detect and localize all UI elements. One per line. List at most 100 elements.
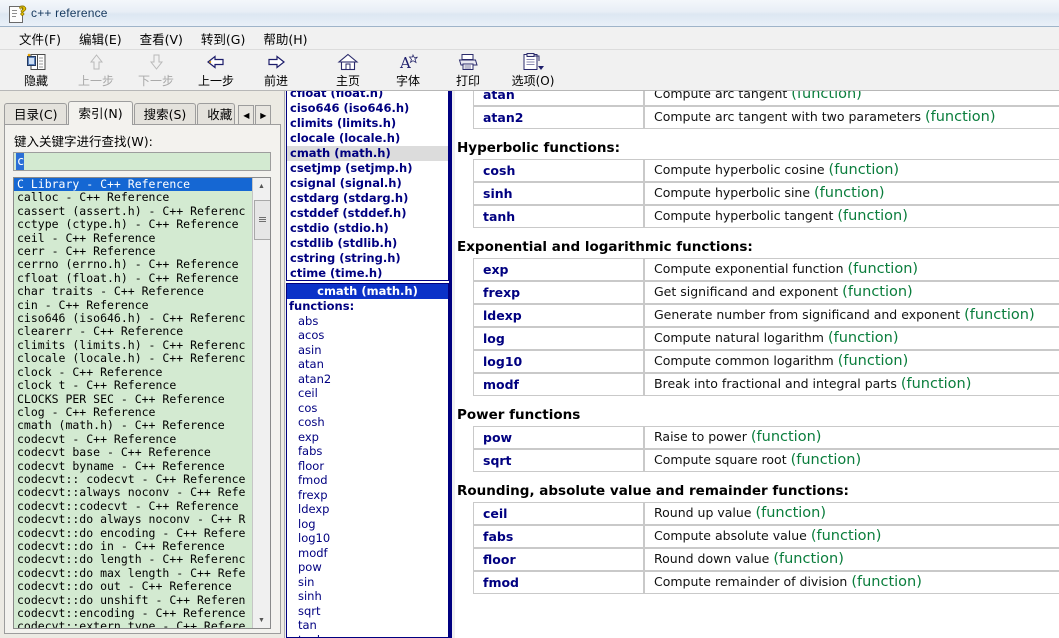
index-list-item[interactable]: cmath (math.h) - C++ Reference [14, 418, 252, 432]
header-file-item[interactable]: cfloat (float.h) [287, 91, 448, 101]
function-link[interactable]: exp [287, 430, 448, 445]
header-file-item[interactable]: climits (limits.h) [287, 116, 448, 131]
index-list-item[interactable]: codecvt::do unshift - C++ Referen [14, 593, 252, 607]
function-link[interactable]: sin [287, 575, 448, 590]
header-file-list[interactable]: cfloat (float.h) ciso646 (iso646.h) climit… [286, 91, 449, 281]
index-list-item[interactable]: clearerr - C++ Reference [14, 325, 252, 339]
function-link[interactable]: floor [287, 459, 448, 474]
menu-edit[interactable]: 编辑(E) [70, 27, 131, 50]
keyword-input[interactable]: c [13, 152, 271, 171]
toolbar-print-button[interactable]: 打印 [438, 50, 498, 89]
menu-help[interactable]: 帮助(H) [254, 27, 316, 50]
function-link[interactable]: cosh [287, 415, 448, 430]
tab-search[interactable]: 搜索(S) [133, 103, 197, 125]
index-list-item[interactable]: codecvt::always noconv - C++ Refe [14, 485, 252, 499]
header-file-item[interactable]: clocale (locale.h) [287, 131, 448, 146]
toolbar-prev-topic-button[interactable]: 上一步 [66, 50, 126, 89]
function-name-cell[interactable]: cosh [473, 159, 644, 182]
function-link[interactable]: log [287, 517, 448, 532]
function-name-cell[interactable]: frexp [473, 281, 644, 304]
function-name-cell[interactable]: log [473, 327, 644, 350]
scroll-down-icon[interactable]: ▼ [253, 612, 270, 628]
header-file-item[interactable]: cstdarg (stdarg.h) [287, 191, 448, 206]
header-file-item[interactable]: csignal (signal.h) [287, 176, 448, 191]
index-list-item[interactable]: codecvt byname - C++ Reference [14, 459, 252, 473]
function-link[interactable]: fmod [287, 473, 448, 488]
function-name-cell[interactable]: ldexp [473, 304, 644, 327]
header-file-item[interactable]: cstring (string.h) [287, 251, 448, 266]
header-file-item[interactable]: csetjmp (setjmp.h) [287, 161, 448, 176]
tab-scroll-right-icon[interactable]: ▶ [255, 105, 272, 126]
index-list-item[interactable]: CLOCKS PER SEC - C++ Reference [14, 392, 252, 406]
index-list-item[interactable]: cin - C++ Reference [14, 298, 252, 312]
index-list-item[interactable]: clock t - C++ Reference [14, 378, 252, 392]
function-link[interactable]: sqrt [287, 604, 448, 619]
toolbar-options-button[interactable]: 选项(O) [498, 50, 568, 89]
function-name-cell[interactable]: fmod [473, 571, 644, 594]
scroll-up-icon[interactable]: ▲ [253, 178, 270, 194]
index-list-item[interactable]: codecvt::do out - C++ Reference [14, 579, 252, 593]
index-list-item[interactable]: cfloat (float.h) - C++ Reference [14, 271, 252, 285]
function-link[interactable]: log10 [287, 531, 448, 546]
index-list-item[interactable]: codecvt::do in - C++ Reference [14, 539, 252, 553]
function-name-cell[interactable]: pow [473, 426, 644, 449]
menu-file[interactable]: 文件(F) [10, 27, 70, 50]
function-link[interactable]: asin [287, 343, 448, 358]
function-link[interactable]: atan2 [287, 372, 448, 387]
function-name-cell[interactable]: sinh [473, 182, 644, 205]
index-list-item[interactable]: ciso646 (iso646.h) - C++ Referenc [14, 311, 252, 325]
function-name-cell[interactable]: log10 [473, 350, 644, 373]
function-link[interactable]: cos [287, 401, 448, 416]
function-link[interactable]: modf [287, 546, 448, 561]
function-link[interactable]: fabs [287, 444, 448, 459]
function-link[interactable]: pow [287, 560, 448, 575]
function-name-cell[interactable]: floor [473, 548, 644, 571]
index-list-item[interactable]: clock - C++ Reference [14, 365, 252, 379]
index-list-item[interactable]: climits (limits.h) - C++ Referenc [14, 338, 252, 352]
menu-view[interactable]: 查看(V) [131, 27, 192, 50]
toolbar-home-button[interactable]: 主页 [318, 50, 378, 89]
index-list-item[interactable]: char traits - C++ Reference [14, 284, 252, 298]
index-list-item[interactable]: calloc - C++ Reference [14, 190, 252, 204]
function-name-cell[interactable]: sqrt [473, 449, 644, 472]
index-list-item[interactable]: C Library - C++ Reference [14, 178, 252, 192]
index-list-item[interactable]: cctype (ctype.h) - C++ Reference [14, 217, 252, 231]
index-list-item[interactable]: codecvt:: codecvt - C++ Reference [14, 472, 252, 486]
tab-scroll-left-icon[interactable]: ◀ [238, 105, 255, 126]
function-name-cell[interactable]: ceil [473, 502, 644, 525]
function-link[interactable]: sinh [287, 589, 448, 604]
index-list-scrollbar[interactable]: ▲ ▼ [252, 178, 270, 628]
function-name-cell[interactable]: atan [473, 91, 644, 106]
toolbar-font-button[interactable]: A 字体 [378, 50, 438, 89]
function-name-cell[interactable]: atan2 [473, 106, 644, 129]
function-link[interactable]: atan [287, 357, 448, 372]
tab-contents[interactable]: 目录(C) [4, 103, 68, 125]
index-list-item[interactable]: ceil - C++ Reference [14, 231, 252, 245]
function-name-cell[interactable]: exp [473, 258, 644, 281]
index-list-item[interactable]: codecvt::extern type - C++ Refere [14, 619, 252, 628]
function-link[interactable]: frexp [287, 488, 448, 503]
function-name-cell[interactable]: fabs [473, 525, 644, 548]
toolbar-next-topic-button[interactable]: 下一步 [126, 50, 186, 89]
tab-favorites[interactable]: 收藏 [197, 103, 236, 125]
index-list-item[interactable]: clocale (locale.h) - C++ Referenc [14, 351, 252, 365]
header-file-item[interactable]: ctime (time.h) [287, 266, 448, 280]
index-list-item[interactable]: codecvt base - C++ Reference [14, 445, 252, 459]
index-list-item[interactable]: codecvt::do length - C++ Referenc [14, 552, 252, 566]
function-name-cell[interactable]: tanh [473, 205, 644, 228]
index-list-item[interactable]: cerr - C++ Reference [14, 244, 252, 258]
index-list-item[interactable]: codecvt::do max length - C++ Refe [14, 566, 252, 580]
toolbar-forward-button[interactable]: 前进 [246, 50, 306, 89]
index-list-item[interactable]: cerrno (errno.h) - C++ Reference [14, 258, 252, 272]
function-name-cell[interactable]: modf [473, 373, 644, 396]
header-file-item[interactable]: cstdio (stdio.h) [287, 221, 448, 236]
menu-goto[interactable]: 转到(G) [192, 27, 254, 50]
header-file-item[interactable]: cmath (math.h) [287, 146, 448, 161]
index-list-item[interactable]: codecvt::codecvt - C++ Reference [14, 499, 252, 513]
toolbar-back-button[interactable]: 上一步 [186, 50, 246, 89]
header-file-item[interactable]: cstdlib (stdlib.h) [287, 236, 448, 251]
tab-index[interactable]: 索引(N) [68, 101, 133, 125]
index-list-item[interactable]: codecvt - C++ Reference [14, 432, 252, 446]
function-link[interactable]: tan [287, 618, 448, 633]
function-link[interactable]: tanh [287, 633, 448, 638]
